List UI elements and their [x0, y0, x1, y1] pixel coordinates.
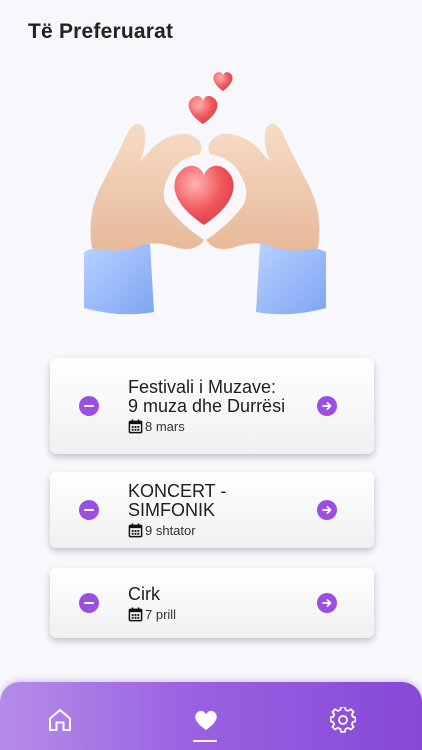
- calendar-icon: [128, 419, 143, 434]
- calendar-icon: [128, 523, 143, 538]
- favorite-card[interactable]: Cirk 7 prill: [50, 568, 374, 638]
- arrow-right-circle-icon[interactable]: [317, 500, 337, 520]
- calendar-icon: [128, 606, 143, 621]
- minus-circle-icon[interactable]: [79, 593, 99, 613]
- active-tab-indicator: [193, 740, 217, 742]
- arrow-right-circle-icon[interactable]: [317, 593, 337, 613]
- home-icon[interactable]: [46, 706, 74, 734]
- favorites-list: Festivali i Muzave: 9 muza dhe Durrësi 8…: [50, 358, 374, 638]
- heart-icon[interactable]: [192, 706, 220, 734]
- event-title: Cirk: [128, 583, 160, 604]
- event-date: 8 mars: [145, 419, 185, 434]
- event-date: 9 shtator: [145, 523, 196, 538]
- event-title: Festivali i Muzave: 9 muza dhe Durrësi: [128, 377, 286, 416]
- page-title: Të Preferuarat: [28, 20, 174, 43]
- gear-icon[interactable]: [329, 706, 357, 734]
- arrow-right-circle-icon[interactable]: [317, 396, 337, 416]
- minus-circle-icon[interactable]: [79, 396, 99, 416]
- minus-circle-icon[interactable]: [79, 500, 99, 520]
- event-date: 7 prill: [145, 606, 177, 622]
- event-title: KONCERT - SIMFONIK: [128, 481, 227, 520]
- favorite-card[interactable]: KONCERT - SIMFONIK 9 shtator: [50, 472, 374, 548]
- favorite-card[interactable]: Festivali i Muzave: 9 muza dhe Durrësi 8…: [50, 358, 374, 454]
- hands-heart-illustration: [84, 72, 326, 315]
